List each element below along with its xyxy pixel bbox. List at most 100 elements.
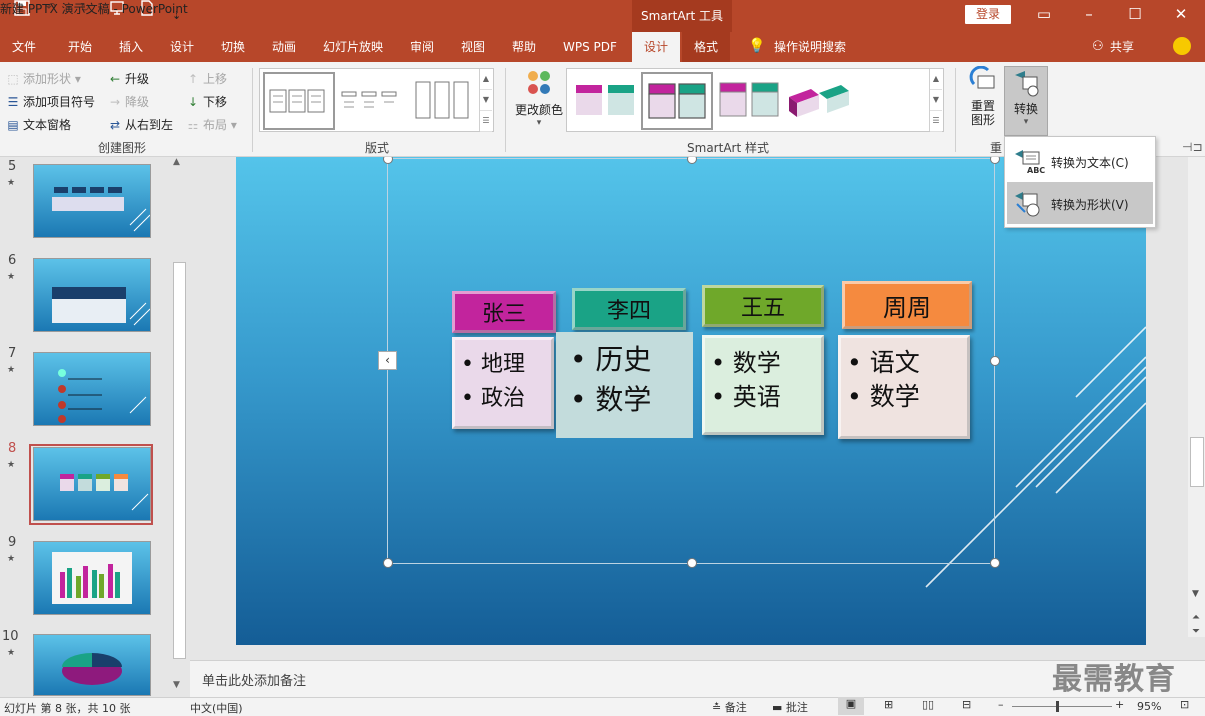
minimize-icon[interactable]: – <box>1077 5 1101 23</box>
slide-number: 6 <box>8 253 17 268</box>
demote-button[interactable]: → 降级 <box>108 93 149 110</box>
tab-format[interactable]: 格式 <box>682 32 731 62</box>
layouts-gallery[interactable]: ▲ ▼ ☰ <box>259 68 494 132</box>
arrow-down-icon: ↓ <box>187 95 199 109</box>
vertical-scrollbar[interactable]: ▼ <box>1188 157 1205 637</box>
resize-handle[interactable] <box>687 558 697 568</box>
tab-review[interactable]: 审阅 <box>408 32 436 62</box>
zoom-slider-thumb[interactable] <box>1056 701 1059 712</box>
slideshow-view-icon[interactable]: ⊟ <box>962 698 971 711</box>
layout-icon: ⚏ <box>187 118 199 132</box>
smiley-icon[interactable] <box>1173 37 1191 55</box>
slide-thumbnail-6[interactable] <box>33 258 151 332</box>
normal-view-icon[interactable]: ▣ <box>838 697 864 715</box>
smartart-header[interactable]: 李四 <box>572 288 686 330</box>
resize-handle[interactable] <box>990 356 1000 366</box>
right-to-left-button[interactable]: ⇄ 从右到左 <box>108 116 173 133</box>
palette-icon <box>528 71 550 94</box>
smartart-styles-gallery[interactable]: ▲ ▼ ☰ <box>566 68 944 132</box>
layouts-gallery-scroll[interactable]: ▲ ▼ ☰ <box>479 69 492 132</box>
text-pane-button[interactable]: ▤ 文本窗格 <box>6 116 71 133</box>
ribbon-display-options-icon[interactable]: ▭ <box>1032 5 1056 23</box>
slide-thumbnail-8[interactable] <box>33 447 151 521</box>
pin-ribbon-icon[interactable]: ⊣⊐ <box>1182 140 1203 154</box>
tab-transitions[interactable]: 切换 <box>219 32 247 62</box>
resize-handle[interactable] <box>990 558 1000 568</box>
layout-option[interactable] <box>338 74 402 124</box>
resize-handle[interactable] <box>383 558 393 568</box>
thumb-scrollbar-thumb[interactable] <box>173 262 186 659</box>
tab-wps-pdf[interactable]: WPS PDF <box>561 32 619 62</box>
move-up-button[interactable]: ↑ 上移 <box>186 70 227 87</box>
zoom-out-icon[interactable]: – <box>998 698 1004 711</box>
tab-slideshow[interactable]: 幻灯片放映 <box>321 32 385 62</box>
layout-button[interactable]: ⚏ 布局 ▾ <box>186 116 237 133</box>
add-shape-button[interactable]: ⬚ 添加形状 ▾ <box>6 70 81 87</box>
smartart-header[interactable]: 王五 <box>702 285 824 327</box>
smartart-header[interactable]: 周周 <box>842 281 972 329</box>
scroll-up-arrow[interactable]: ▲ <box>173 157 180 167</box>
login-button[interactable]: 登录 <box>965 5 1011 24</box>
vertical-scrollbar-thumb[interactable] <box>1190 437 1204 487</box>
bullet-item: 政治 <box>461 382 545 416</box>
style-option[interactable] <box>785 79 857 119</box>
slide-thumbnail-7[interactable] <box>33 352 151 426</box>
add-bullet-button[interactable]: ☰ 添加项目符号 <box>6 93 95 110</box>
tell-me-search[interactable]: 操作说明搜索 <box>772 32 848 62</box>
slide-thumbnail-10[interactable] <box>33 634 151 696</box>
close-icon[interactable]: ✕ <box>1169 5 1193 23</box>
notes-toggle[interactable]: ≛ 备注 <box>712 699 747 715</box>
reset-graphic-button[interactable]: 重置 图形 <box>962 65 1004 136</box>
convert-to-text-icon: ABC <box>1013 148 1045 176</box>
text-pane-toggle[interactable]: ‹ <box>378 351 397 370</box>
slide-canvas[interactable]: ‹ 张三 地理 政治 李四 • 历史 • 数学 王五 数学 英语 周周 语文 数… <box>236 157 1146 645</box>
tab-animations[interactable]: 动画 <box>270 32 298 62</box>
convert-dropdown-menu: ABC 转换为文本(C) 转换为形状(V) <box>1004 136 1156 228</box>
reading-view-icon[interactable]: ▯▯ <box>922 698 934 711</box>
tab-insert[interactable]: 插入 <box>117 32 145 62</box>
convert-to-shapes-item[interactable]: 转换为形状(V) <box>1007 182 1153 224</box>
arrow-left-icon: ← <box>109 72 121 86</box>
move-down-button[interactable]: ↓ 下移 <box>186 93 227 110</box>
slide-thumbnail-9[interactable] <box>33 541 151 615</box>
convert-button[interactable]: 转换 ▾ <box>1004 66 1048 136</box>
maximize-icon[interactable]: ☐ <box>1123 5 1147 23</box>
zoom-in-icon[interactable]: + <box>1115 698 1124 711</box>
styles-gallery-scroll[interactable]: ▲ ▼ ☰ <box>929 69 942 132</box>
next-slide-icon[interactable]: ⏷ <box>1192 626 1200 637</box>
slide-sorter-icon[interactable]: ⊞ <box>884 698 893 711</box>
smartart-body[interactable]: 语文 数学 <box>838 335 970 439</box>
scroll-down-arrow[interactable]: ▼ <box>1192 589 1199 599</box>
convert-to-text-item[interactable]: ABC 转换为文本(C) <box>1007 140 1153 182</box>
style-option[interactable] <box>573 79 639 119</box>
style-option-selected[interactable] <box>641 72 713 130</box>
comments-toggle[interactable]: ▬ 批注 <box>772 699 808 715</box>
previous-slide-icon[interactable]: ⏶ <box>1192 612 1200 623</box>
scroll-down-arrow[interactable]: ▼ <box>173 680 180 690</box>
tab-help[interactable]: 帮助 <box>510 32 538 62</box>
tab-smartart-design[interactable]: 设计 <box>632 32 681 62</box>
thumb-scrollbar-track[interactable]: ▲ ▼ <box>172 157 186 697</box>
smartart-header[interactable]: 张三 <box>452 291 556 333</box>
zoom-slider[interactable] <box>1012 706 1112 707</box>
fit-to-window-icon[interactable]: ⊡ <box>1180 698 1189 711</box>
smartart-body[interactable]: 地理 政治 <box>452 337 554 429</box>
smartart-body-selected[interactable]: • 历史 • 数学 <box>556 332 693 438</box>
layout-option[interactable] <box>410 74 474 124</box>
tab-file[interactable]: 文件 <box>10 32 38 62</box>
style-option[interactable] <box>717 79 783 119</box>
bullet-item: • 历史 <box>570 343 652 376</box>
reset-graphic-icon <box>969 65 995 89</box>
layout-option-selected[interactable] <box>263 72 335 130</box>
animation-star-icon: ★ <box>7 460 16 470</box>
zoom-level[interactable]: 95% <box>1137 700 1161 713</box>
promote-button[interactable]: ← 升级 <box>108 70 149 87</box>
change-colors-button[interactable]: 更改颜色 ▾ <box>511 68 567 132</box>
tab-view[interactable]: 视图 <box>459 32 487 62</box>
language-indicator[interactable]: 中文(中国) <box>190 700 243 716</box>
tab-design[interactable]: 设计 <box>168 32 196 62</box>
smartart-body[interactable]: 数学 英语 <box>702 335 824 435</box>
share-button[interactable]: 共享 <box>1108 32 1136 62</box>
tab-home[interactable]: 开始 <box>66 32 94 62</box>
slide-thumbnail-5[interactable] <box>33 164 151 238</box>
